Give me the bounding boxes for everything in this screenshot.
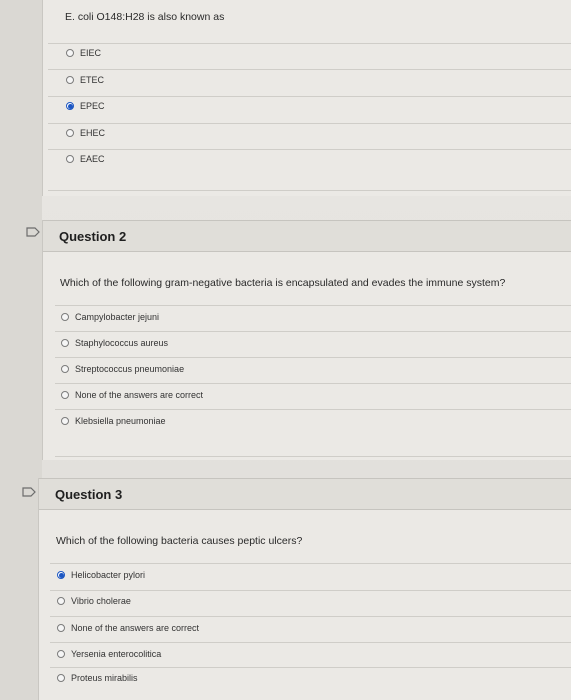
q3-divider-0 <box>50 563 571 564</box>
q1-divider-5 <box>48 190 571 191</box>
q1-divider-0 <box>48 43 571 44</box>
option-label: EPEC <box>80 101 105 111</box>
quiz-page: E. coli O148:H28 is also known as EIEC E… <box>0 0 571 700</box>
q2-divider-0 <box>55 305 571 306</box>
q1-option[interactable]: EIEC <box>66 48 101 58</box>
question-3-text: Which of the following bacteria causes p… <box>56 535 303 547</box>
question-2-text: Which of the following gram-negative bac… <box>60 277 506 289</box>
q1-option[interactable]: EAEC <box>66 154 105 164</box>
option-label: Helicobacter pylori <box>71 570 146 580</box>
q3-divider-3 <box>50 642 571 643</box>
q3-option[interactable]: Yersenia enterocolitica <box>57 649 161 659</box>
question-3-title: Question 3 <box>55 486 123 502</box>
question-1-text: E. coli O148:H28 is also known as <box>65 11 225 23</box>
option-label: Proteus mirabilis <box>71 673 138 683</box>
q3-option[interactable]: Vibrio cholerae <box>57 596 131 606</box>
flag-outline-icon[interactable] <box>22 487 36 497</box>
option-label: EAEC <box>80 154 105 164</box>
q2-divider-4 <box>55 409 571 410</box>
radio-button[interactable] <box>61 313 69 321</box>
q2-divider-3 <box>55 383 571 384</box>
radio-button-selected[interactable] <box>66 102 74 110</box>
q2-option[interactable]: Campylobacter jejuni <box>61 312 159 322</box>
radio-button[interactable] <box>61 417 69 425</box>
q3-option[interactable]: None of the answers are correct <box>57 623 199 633</box>
radio-button[interactable] <box>57 624 65 632</box>
option-label: Streptococcus pneumoniae <box>75 364 185 374</box>
option-label: Yersenia enterocolitica <box>71 649 162 659</box>
radio-button[interactable] <box>57 650 65 658</box>
q1-divider-3 <box>48 123 571 124</box>
option-label: Staphylococcus aureus <box>75 338 169 348</box>
option-label: EIEC <box>80 48 102 58</box>
option-label: None of the answers are correct <box>71 623 200 633</box>
q3-divider-4 <box>50 667 571 668</box>
q2-option[interactable]: Streptococcus pneumoniae <box>61 364 184 374</box>
radio-button[interactable] <box>61 391 69 399</box>
radio-button[interactable] <box>66 49 74 57</box>
flag-outline-icon[interactable] <box>26 227 40 237</box>
q1-divider-1 <box>48 69 571 70</box>
option-label: Campylobacter jejuni <box>75 312 160 322</box>
radio-button[interactable] <box>66 129 74 137</box>
question-2-header: Question 2 <box>43 220 571 252</box>
q1-divider-2 <box>48 96 571 97</box>
q2-option[interactable]: Staphylococcus aureus <box>61 338 168 348</box>
question-3-header: Question 3 <box>39 478 571 510</box>
option-label: ETEC <box>80 75 105 85</box>
option-label: Klebsiella pneumoniae <box>75 416 166 426</box>
q3-divider-1 <box>50 590 571 591</box>
question-2-title: Question 2 <box>59 228 127 244</box>
q3-divider-2 <box>50 616 571 617</box>
q2-divider-2 <box>55 357 571 358</box>
radio-button[interactable] <box>61 365 69 373</box>
option-label: Vibrio cholerae <box>71 596 131 606</box>
q2-divider-1 <box>55 331 571 332</box>
radio-button[interactable] <box>57 597 65 605</box>
q1-option[interactable]: EPEC <box>66 101 105 111</box>
radio-button-selected[interactable] <box>57 571 65 579</box>
radio-button[interactable] <box>66 76 74 84</box>
radio-button[interactable] <box>66 155 74 163</box>
option-label: None of the answers are correct <box>75 390 204 400</box>
radio-button[interactable] <box>57 674 65 682</box>
q2-option[interactable]: Klebsiella pneumoniae <box>61 416 166 426</box>
q2-option[interactable]: None of the answers are correct <box>61 390 203 400</box>
radio-button[interactable] <box>61 339 69 347</box>
q3-option[interactable]: Helicobacter pylori <box>57 570 145 580</box>
question-1-card: E. coli O148:H28 is also known as <box>42 0 571 196</box>
left-gutter <box>0 0 42 700</box>
q1-option[interactable]: ETEC <box>66 75 104 85</box>
q1-divider-4 <box>48 149 571 150</box>
q2-divider-5 <box>55 456 571 457</box>
q1-option[interactable]: EHEC <box>66 128 105 138</box>
option-label: EHEC <box>80 128 106 138</box>
q3-option[interactable]: Proteus mirabilis <box>57 673 138 683</box>
